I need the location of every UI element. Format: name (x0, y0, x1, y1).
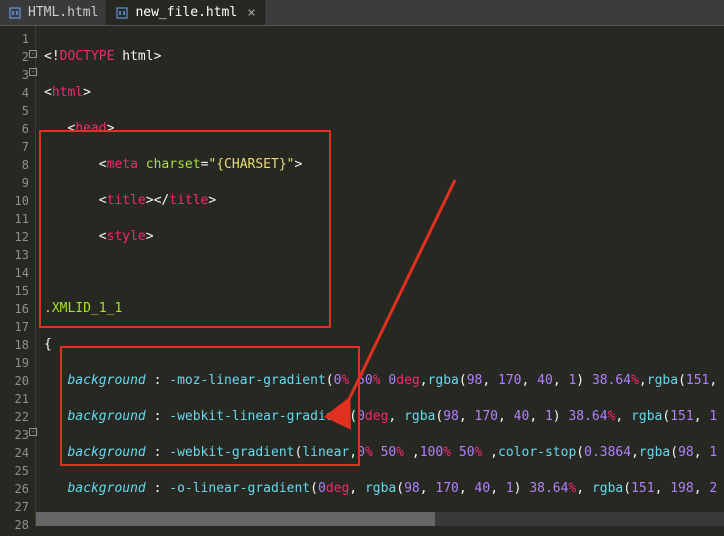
code-line: <!DOCTYPE html> (44, 48, 724, 66)
code-line: background : -webkit-linear-gradient(0de… (44, 408, 724, 426)
code-line: background : -webkit-gradient(linear,0% … (44, 444, 724, 462)
code-line: <style> (44, 228, 724, 246)
html-icon (115, 6, 129, 20)
tab-new-file[interactable]: new_file.html × (107, 0, 264, 25)
code-line: <html> (44, 84, 724, 102)
code-line: { (44, 336, 724, 354)
code-line: background : -moz-linear-gradient(0% 50%… (44, 372, 724, 390)
horizontal-scrollbar[interactable] (36, 512, 724, 526)
tab-html[interactable]: HTML.html (0, 0, 107, 25)
line-number-gutter: 12-3-4567891011121314151617181920212223-… (0, 26, 36, 526)
code-area[interactable]: <!DOCTYPE html> <html> <head> <meta char… (36, 26, 724, 526)
code-line: <meta charset="{CHARSET}"> (44, 156, 724, 174)
code-line: <head> (44, 120, 724, 138)
code-editor[interactable]: 12-3-4567891011121314151617181920212223-… (0, 26, 724, 526)
tab-bar: HTML.html new_file.html × (0, 0, 724, 26)
close-icon[interactable]: × (247, 5, 255, 21)
tab-label: HTML.html (28, 5, 98, 20)
code-line: background : -o-linear-gradient(0deg, rg… (44, 480, 724, 498)
html-icon (8, 6, 22, 20)
code-line: <title></title> (44, 192, 724, 210)
scrollbar-thumb[interactable] (36, 512, 435, 526)
code-line: .XMLID_1_1 (44, 300, 724, 318)
code-line (44, 264, 724, 282)
tab-label: new_file.html (135, 5, 237, 20)
